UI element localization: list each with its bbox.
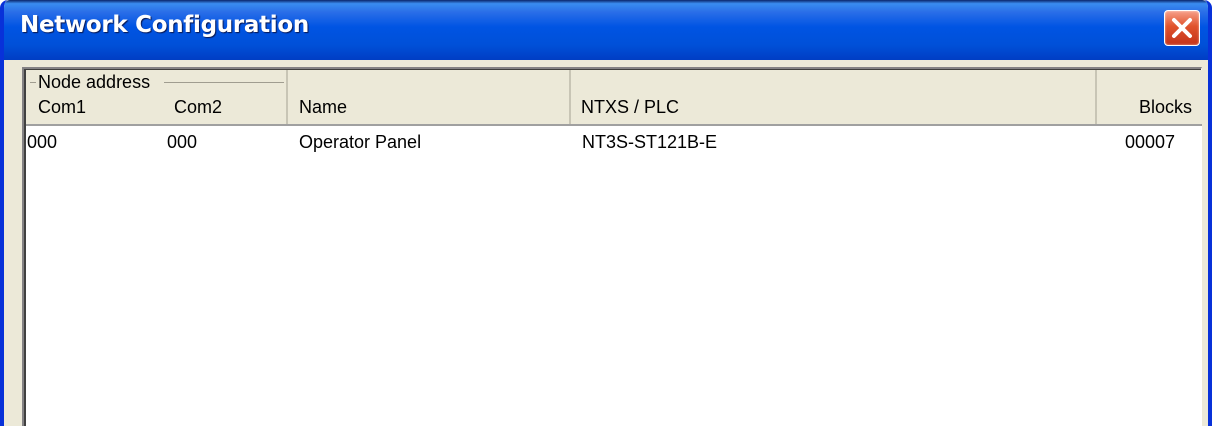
column-header-blocks-label: Blocks	[1139, 97, 1193, 117]
title-bar[interactable]: Network Configuration	[4, 0, 1208, 60]
row-name-cell: Operator Panel	[299, 132, 422, 152]
column-header-name-label: Name	[299, 97, 348, 117]
column-header-name[interactable]: Name	[288, 70, 571, 124]
column-header-com2-label: Com2	[174, 97, 223, 117]
row-com1-cell: 000	[27, 132, 58, 152]
column-header-com1[interactable]: Com1	[26, 70, 154, 124]
row-blocks-cell: 00007	[1125, 132, 1176, 152]
row-com2-cell: 000	[167, 132, 198, 152]
close-button[interactable]	[1164, 10, 1200, 46]
window-client-area: Node address Com1 Com2 Name NTXS / PLC B…	[4, 60, 1208, 426]
table-row[interactable]: 000 000 Operator Panel NT3S-ST121B-E 000…	[26, 128, 1202, 158]
list-header: Node address Com1 Com2 Name NTXS / PLC B…	[26, 70, 1202, 126]
column-header-ntxs-plc[interactable]: NTXS / PLC	[571, 70, 1097, 124]
window-title: Network Configuration	[20, 12, 309, 38]
row-ntxs-plc-cell: NT3S-ST121B-E	[582, 132, 718, 152]
column-header-ntxs-plc-label: NTXS / PLC	[581, 97, 680, 117]
list-frame: Node address Com1 Com2 Name NTXS / PLC B…	[24, 69, 1202, 426]
network-configuration-window: Network Configuration Node address Com1	[0, 0, 1212, 426]
column-header-com2[interactable]: Com2	[154, 70, 288, 124]
close-icon	[1172, 18, 1192, 38]
network-node-list[interactable]: Node address Com1 Com2 Name NTXS / PLC B…	[22, 67, 1202, 426]
column-header-blocks[interactable]: Blocks	[1097, 70, 1202, 124]
column-header-com1-label: Com1	[38, 97, 87, 117]
